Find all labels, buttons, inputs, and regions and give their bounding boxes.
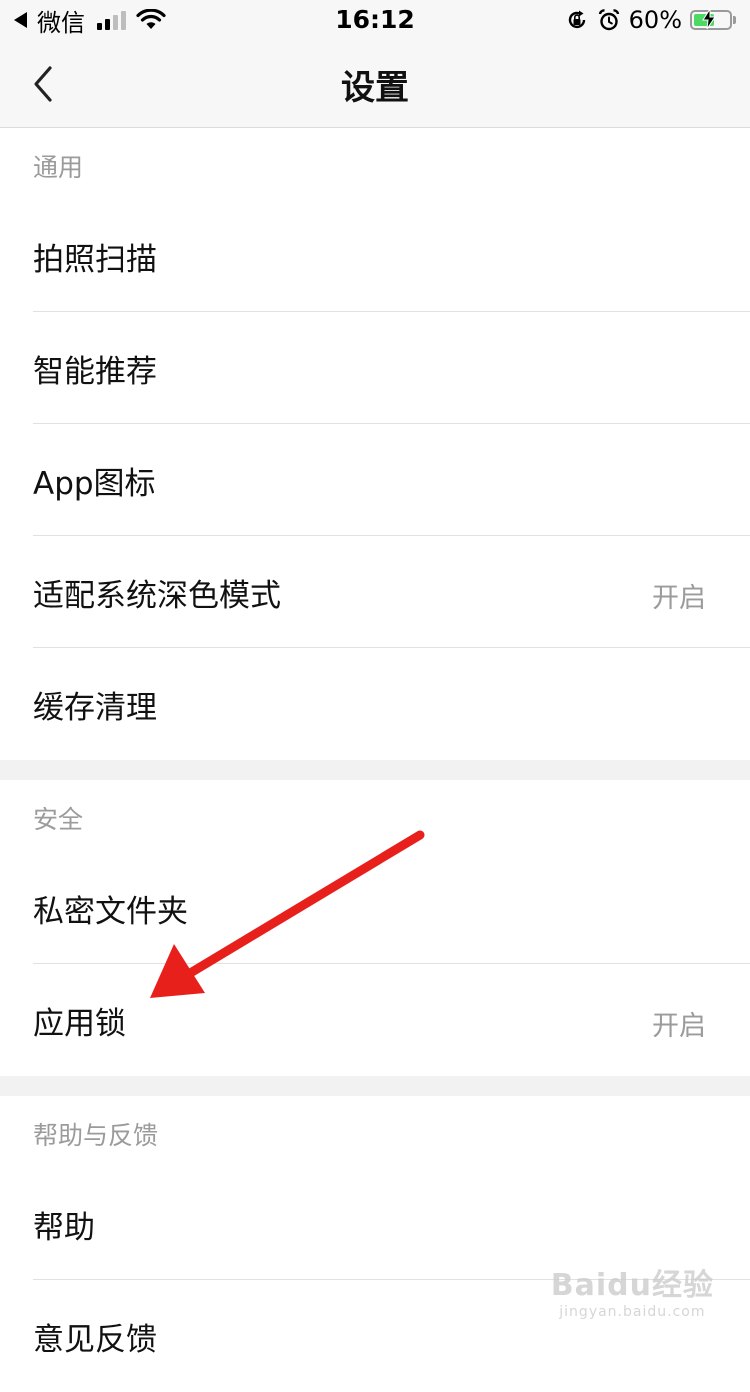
row-label: 应用锁: [33, 1006, 126, 1042]
battery-cap: [733, 16, 736, 24]
section-separator: [0, 1076, 750, 1096]
row-label: App图标: [33, 466, 156, 502]
settings-row-private-folder[interactable]: 私密文件夹: [0, 852, 750, 964]
row-value: 开启: [652, 1011, 706, 1042]
battery-icon: [690, 9, 732, 30]
row-label: 意见反馈: [33, 1322, 157, 1358]
settings-row-photo-scan[interactable]: 拍照扫描: [0, 200, 750, 312]
row-label: 私密文件夹: [33, 894, 188, 930]
status-bar-right: 60%: [565, 6, 736, 34]
section-header-label: 通用: [33, 153, 84, 182]
alarm-icon: [598, 9, 619, 31]
row-label: 帮助: [33, 1210, 95, 1246]
row-label: 智能推荐: [33, 354, 157, 390]
navigation-bar: 设置: [0, 40, 750, 128]
baidu-jingyan-watermark: Baidu经验 jingyan.baidu.com: [550, 1268, 714, 1320]
settings-row-app-icon[interactable]: App图标: [0, 424, 750, 536]
section-header-label: 帮助与反馈: [33, 1121, 159, 1150]
charging-bolt-icon: [702, 9, 716, 29]
rotation-lock-icon: [568, 10, 585, 29]
row-label: 缓存清理: [33, 690, 157, 726]
section-header-label: 安全: [33, 805, 84, 834]
settings-row-cache-clean[interactable]: 缓存清理: [0, 648, 750, 760]
battery-percentage: 60%: [628, 6, 682, 34]
section-header-help: 帮助与反馈: [0, 1096, 750, 1168]
section-header-security: 安全: [0, 780, 750, 852]
settings-row-app-lock[interactable]: 应用锁 开启: [0, 964, 750, 1076]
settings-row-dark-mode[interactable]: 适配系统深色模式 开启: [0, 536, 750, 648]
settings-row-smart-recommend[interactable]: 智能推荐: [0, 312, 750, 424]
page-title: 设置: [341, 68, 409, 108]
status-bar: 微信 16:12 60%: [0, 0, 750, 40]
row-value: 开启: [652, 583, 706, 614]
section-separator: [0, 760, 750, 780]
row-label: 拍照扫描: [33, 242, 157, 278]
row-label: 适配系统深色模式: [33, 578, 281, 614]
section-header-general: 通用: [0, 128, 750, 200]
